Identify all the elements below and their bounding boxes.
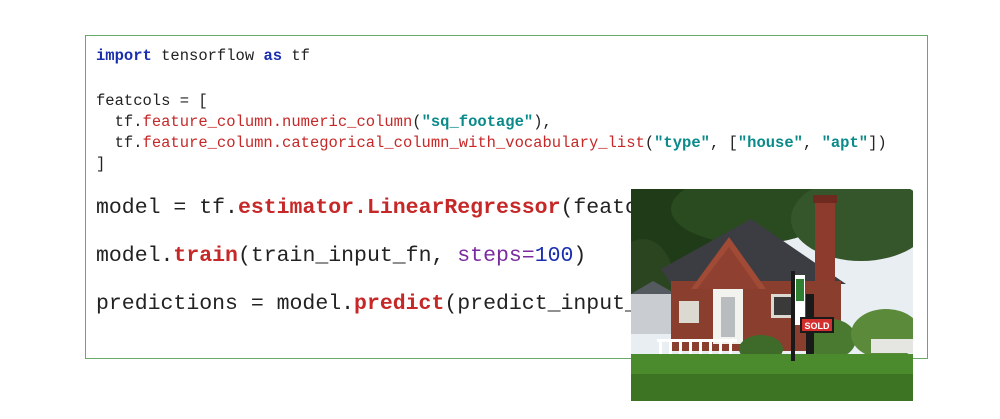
code-line-train: model.train(train_input_fn, steps=100) xyxy=(96,244,587,268)
code-line-featcols-open: featcols = [ xyxy=(96,92,208,110)
code-line-import: import tensorflow as tf xyxy=(96,47,310,65)
code-line-featcols-close: ] xyxy=(96,155,106,173)
code-line-numeric-column: tf.feature_column.numeric_column("sq_foo… xyxy=(96,113,552,131)
code-line-model: model = tf.estimator.LinearRegressor(fea… xyxy=(96,196,690,220)
sold-sign-text: SOLD xyxy=(804,321,830,331)
code-line-predict: predictions = model.predict(predict_inpu… xyxy=(96,292,677,316)
code-line-categorical-column: tf.feature_column.categorical_column_wit… xyxy=(96,134,887,152)
house-photo: SOLD xyxy=(631,189,913,401)
